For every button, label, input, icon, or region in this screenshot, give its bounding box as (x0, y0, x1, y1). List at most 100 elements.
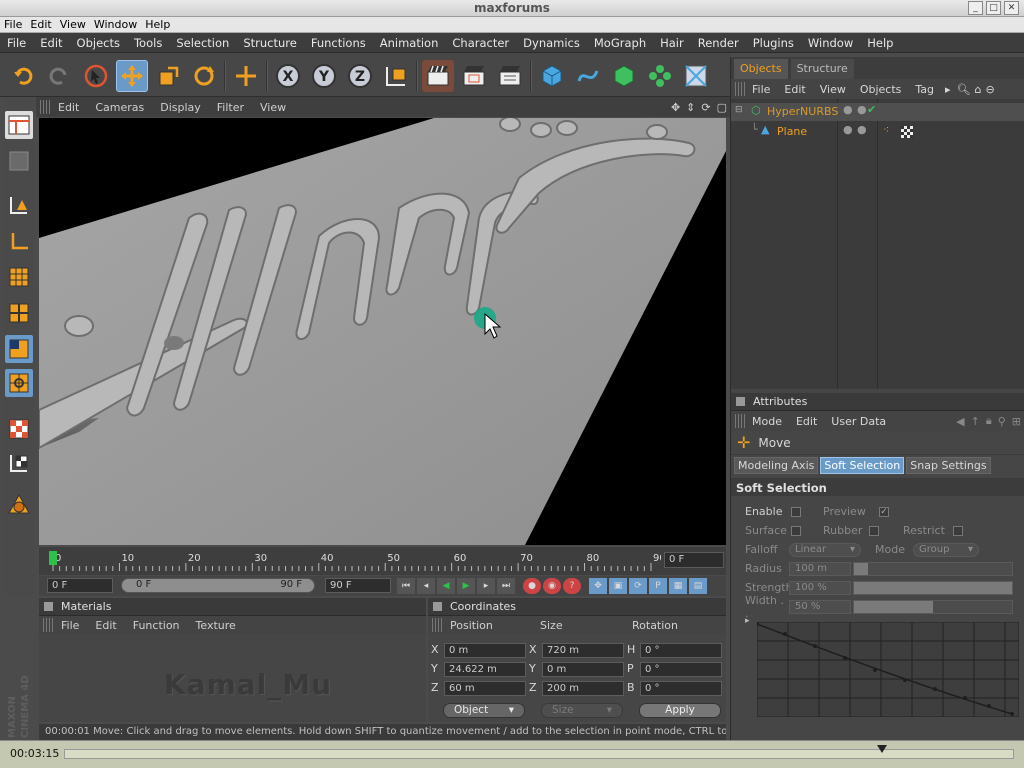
texture-mode-icon[interactable] (5, 415, 33, 443)
link-icon[interactable]: ⊖ (984, 83, 997, 96)
menu-help[interactable]: Help (860, 33, 900, 52)
materials-area[interactable]: Kamal_Mu (39, 634, 426, 722)
attributes-menu-userdata[interactable]: User Data (824, 415, 893, 428)
width-field[interactable]: 50 % (789, 599, 851, 614)
next-frame-icon[interactable]: ▸ (477, 578, 495, 594)
live-selection-icon[interactable] (80, 60, 112, 92)
more-arrow-icon[interactable]: ▸ (941, 83, 955, 96)
viewport-menu-display[interactable]: Display (152, 101, 209, 114)
play-backward-icon[interactable]: ◀ (437, 578, 455, 594)
size-y-field[interactable]: 0 m (542, 662, 624, 677)
panel-handle-icon[interactable] (736, 397, 745, 406)
visibility-dots-icon[interactable]: ● (843, 103, 853, 116)
y-axis-lock-icon[interactable]: Y (308, 60, 340, 92)
menu-selection[interactable]: Selection (169, 33, 236, 52)
menu-window[interactable]: Window (801, 33, 860, 52)
texture-axis-icon[interactable] (5, 449, 33, 477)
collapse-icon[interactable]: ⊟ (735, 105, 743, 115)
prev-frame-icon[interactable]: ◂ (417, 578, 435, 594)
deformer-icon[interactable] (680, 60, 712, 92)
apply-button[interactable]: Apply (639, 703, 721, 718)
winmenu-window[interactable]: Window (90, 17, 141, 32)
3d-viewport[interactable] (39, 118, 726, 545)
search-icon[interactable]: 🔍︎ (955, 83, 973, 96)
edges-mode-icon[interactable] (5, 299, 33, 327)
tab-structure[interactable]: Structure (790, 59, 854, 79)
size-z-field[interactable]: 200 m (542, 681, 624, 696)
menu-mograph[interactable]: MoGraph (587, 33, 653, 52)
panel-handle-icon[interactable] (44, 602, 53, 611)
rubber-checkbox[interactable] (869, 525, 879, 536)
menu-functions[interactable]: Functions (304, 33, 373, 52)
key-position-icon[interactable]: ✥ (589, 578, 607, 594)
panel-grip-icon[interactable] (43, 618, 53, 632)
make-editable-icon[interactable] (5, 147, 33, 175)
menu-plugins[interactable]: Plugins (746, 33, 801, 52)
coord-size-select[interactable]: Size ▾ (541, 703, 623, 718)
objects-menu-edit[interactable]: Edit (777, 83, 812, 96)
spline-icon[interactable] (572, 60, 604, 92)
preview-checkbox[interactable]: ✓ (879, 506, 889, 517)
key-scale-icon[interactable]: ▣ (609, 578, 627, 594)
viewport-pan-icon[interactable]: ✥ (668, 101, 683, 114)
viewport-menu-view[interactable]: View (252, 101, 294, 114)
winmenu-help[interactable]: Help (141, 17, 174, 32)
falloff-select[interactable]: Linear ▾ (789, 542, 861, 557)
curve-handle-icon[interactable]: ▸ (745, 616, 750, 626)
materials-menu-function[interactable]: Function (125, 619, 188, 632)
mode-select[interactable]: Group ▾ (913, 542, 979, 557)
viewport-zoom-icon[interactable]: ⇕ (683, 101, 698, 114)
size-x-field[interactable]: 720 m (542, 643, 624, 658)
tab-soft-selection[interactable]: Soft Selection (820, 457, 905, 474)
layout-icon[interactable] (5, 111, 33, 139)
panel-grip-icon[interactable] (735, 82, 745, 96)
objects-menu-tag[interactable]: Tag (908, 83, 941, 96)
go-to-end-icon[interactable]: ⏭ (497, 578, 515, 594)
list-item[interactable]: ⊟ ⬡ HyperNURBS ● ● ✔ (731, 103, 1024, 121)
falloff-curve-graph[interactable]: ▸ (745, 616, 1020, 718)
viewport-menu-edit[interactable]: Edit (50, 101, 87, 114)
menu-file[interactable]: File (0, 33, 33, 52)
object-axis-icon[interactable] (5, 191, 33, 219)
record-keys-icon[interactable]: ● (523, 578, 541, 594)
playback-progress-track[interactable] (64, 745, 1014, 759)
materials-menu-texture[interactable]: Texture (188, 619, 244, 632)
rotation-b-field[interactable]: 0 ° (640, 681, 722, 696)
panel-grip-icon[interactable] (432, 618, 442, 632)
array-icon[interactable] (644, 60, 676, 92)
visibility-dots-icon[interactable]: ● (857, 123, 867, 136)
coordinate-system-icon[interactable] (380, 60, 412, 92)
position-x-field[interactable]: 0 m (444, 643, 526, 658)
range-slider[interactable]: 0 F 90 F (121, 578, 315, 593)
restrict-checkbox[interactable] (953, 525, 963, 536)
position-z-field[interactable]: 60 m (444, 681, 526, 696)
surface-checkbox[interactable] (791, 525, 801, 536)
tab-objects[interactable]: Objects (734, 59, 788, 79)
coord-mode-select[interactable]: Object ▾ (443, 703, 525, 718)
x-axis-lock-icon[interactable]: X (272, 60, 304, 92)
menu-hair[interactable]: Hair (653, 33, 691, 52)
go-to-start-icon[interactable]: ⏮ (397, 578, 415, 594)
cube-primitive-icon[interactable] (536, 60, 568, 92)
keyframe-selection-icon[interactable]: ? (563, 578, 581, 594)
points-mode-icon[interactable] (5, 263, 33, 291)
enabled-check-icon[interactable]: ✔ (867, 103, 876, 116)
menu-objects[interactable]: Objects (70, 33, 127, 52)
panel-handle-icon[interactable] (433, 602, 442, 611)
visibility-dots-icon[interactable]: ● (843, 123, 853, 136)
position-y-field[interactable]: 24.622 m (444, 662, 526, 677)
winmenu-edit[interactable]: Edit (26, 17, 55, 32)
objects-menu-view[interactable]: View (813, 83, 853, 96)
lock-icon[interactable]: 🔒︎ (983, 414, 995, 428)
tab-snap-settings[interactable]: Snap Settings (906, 457, 991, 474)
phong-tag-icon[interactable]: ⁖ (883, 123, 889, 136)
panel-grip-icon[interactable] (735, 414, 745, 428)
world-axis-icon[interactable] (230, 60, 262, 92)
render-region-icon[interactable] (458, 60, 490, 92)
menu-tools[interactable]: Tools (127, 33, 169, 52)
minimize-button[interactable]: _ (968, 1, 983, 15)
menu-animation[interactable]: Animation (373, 33, 446, 52)
radius-field[interactable]: 100 m (789, 561, 851, 576)
key-rotation-icon[interactable]: ⟳ (629, 578, 647, 594)
texture-tag-icon[interactable] (901, 126, 913, 138)
